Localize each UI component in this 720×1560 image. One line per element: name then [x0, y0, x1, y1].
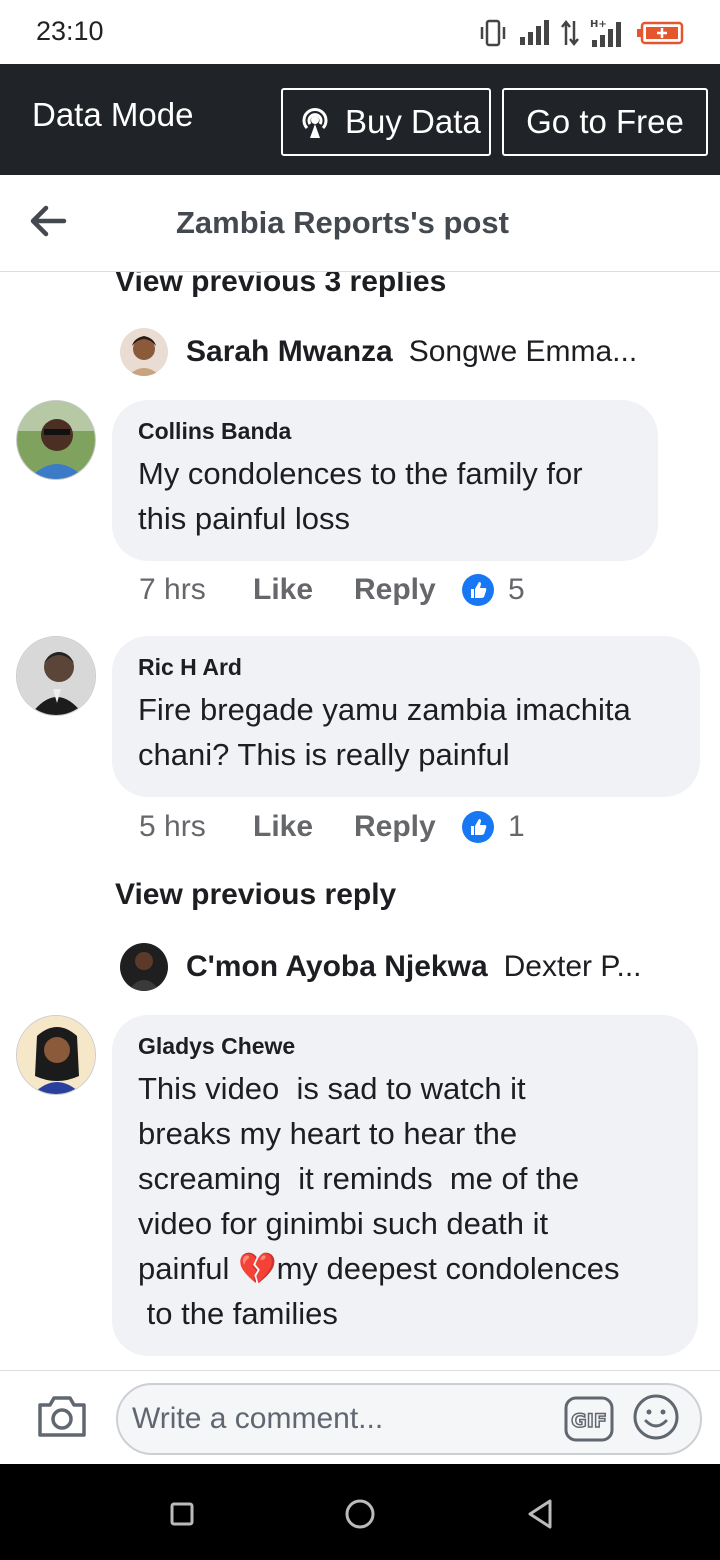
comment-author[interactable]: Gladys Chewe — [138, 1033, 672, 1060]
comment-input-wrapper[interactable]: GIF — [116, 1383, 702, 1455]
comment-composer: GIF — [0, 1370, 720, 1464]
emoji-icon[interactable] — [632, 1393, 680, 1441]
comment-author[interactable]: Collins Banda — [138, 418, 632, 445]
go-to-free-button[interactable]: Go to Free — [502, 88, 708, 156]
comment-author[interactable]: Ric H Ard — [138, 654, 674, 681]
page-title: Zambia Reports's post — [176, 205, 509, 240]
avatar — [120, 328, 168, 376]
reaction-count[interactable]: 1 — [508, 810, 525, 844]
avatar[interactable] — [16, 400, 96, 480]
battery-icon — [637, 21, 684, 45]
comments-list[interactable]: View previous 3 replies Sarah Mwanza Son… — [0, 272, 720, 1370]
comment-actions: 5 hrs Like Reply 1 — [139, 807, 525, 847]
data-mode-title: Data Mode — [32, 96, 194, 133]
system-nav-bar — [0, 1464, 720, 1560]
svg-text:H+: H+ — [590, 19, 607, 30]
avatar — [120, 943, 168, 991]
buy-data-label: Buy Data — [345, 103, 481, 140]
buy-data-button[interactable]: Buy Data — [281, 88, 491, 156]
avatar[interactable] — [16, 1015, 96, 1095]
status-time: 23:10 — [36, 16, 104, 46]
comment-bubble[interactable]: Gladys Chewe This video is sad to watch … — [112, 1015, 698, 1356]
comment-bubble[interactable]: Collins Banda My condolences to the fami… — [112, 400, 658, 561]
signal-icon — [520, 20, 549, 45]
recent-apps-icon[interactable] — [162, 1494, 202, 1534]
svg-text:GIF: GIF — [571, 1410, 607, 1432]
comment-input[interactable] — [132, 1395, 552, 1443]
reply-button[interactable]: Reply — [354, 810, 462, 844]
camera-icon[interactable] — [36, 1393, 88, 1439]
go-to-free-label: Go to Free — [526, 103, 684, 140]
back-arrow-icon[interactable] — [26, 199, 70, 243]
vibrate-icon — [480, 19, 506, 47]
broadcast-icon — [302, 108, 328, 138]
thumbs-up-icon — [462, 574, 494, 606]
status-icons: H+ — [478, 16, 684, 50]
view-previous-reply-link[interactable]: View previous reply — [115, 878, 396, 912]
reply-button[interactable]: Reply — [354, 573, 462, 607]
comment-text: This video is sad to watch it breaks my … — [138, 1066, 672, 1336]
collapsed-reply[interactable]: C'mon Ayoba Njekwa Dexter P... — [120, 942, 680, 992]
avatar[interactable] — [16, 636, 96, 716]
comment-text: Fire bregade yamu zambia imachita chani?… — [138, 692, 631, 772]
collapsed-reply[interactable]: Sarah Mwanza Songwe Emma... — [120, 327, 680, 377]
gif-icon[interactable]: GIF — [564, 1396, 614, 1442]
reaction-count[interactable]: 5 — [508, 573, 525, 607]
post-header: Zambia Reports's post — [0, 175, 720, 272]
thumbs-up-icon — [462, 811, 494, 843]
comment-time: 7 hrs — [139, 573, 206, 606]
data-mode-bar: Data Mode Buy Data Go to Free — [0, 64, 720, 175]
reply-author[interactable]: C'mon Ayoba Njekwa — [186, 950, 488, 984]
like-button[interactable]: Like — [253, 573, 354, 607]
status-bar: 23:10 H+ — [0, 0, 720, 64]
comment-text: My condolences to the family for this pa… — [138, 456, 583, 536]
comment-bubble[interactable]: Ric H Ard Fire bregade yamu zambia imach… — [112, 636, 700, 797]
reply-preview: Songwe Emma... — [408, 335, 638, 368]
data-transfer-icon — [561, 19, 579, 47]
broken-heart-emoji: 💔 — [237, 1251, 277, 1286]
comment-actions: 7 hrs Like Reply 5 — [139, 570, 525, 610]
signal-hplus-icon: H+ — [590, 19, 621, 47]
reply-preview: Dexter P... — [503, 950, 642, 983]
home-icon[interactable] — [340, 1494, 380, 1534]
back-icon[interactable] — [520, 1494, 560, 1534]
reply-author[interactable]: Sarah Mwanza — [186, 335, 393, 369]
view-previous-replies-link[interactable]: View previous 3 replies — [115, 272, 446, 299]
like-button[interactable]: Like — [253, 810, 354, 844]
comment-time: 5 hrs — [139, 810, 206, 843]
